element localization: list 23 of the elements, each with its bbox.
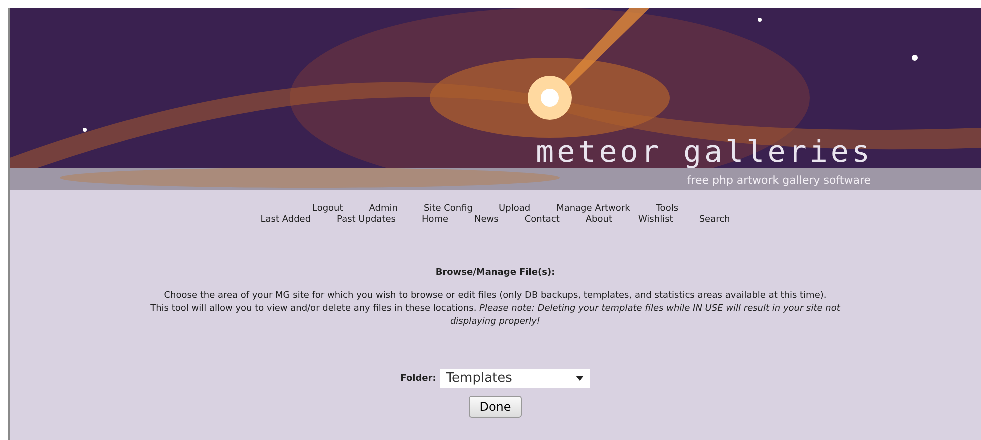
- folder-select[interactable]: Templates: [440, 369, 590, 388]
- nav-link[interactable]: Search: [699, 215, 730, 225]
- section-heading: Browse/Manage File(s):: [434, 268, 556, 278]
- done-button[interactable]: Done: [468, 396, 522, 418]
- nav-link[interactable]: Wishlist: [638, 215, 674, 225]
- nav-link[interactable]: Past Updates: [337, 215, 396, 225]
- caret-icon: [576, 376, 584, 381]
- intro-text: Choose the area of your MG site for which you wish to browse or edit files (only DB backups, templates, and statistics areas available at this time).: [163, 290, 828, 303]
- nav-link[interactable]: News: [474, 215, 499, 225]
- nav-link[interactable]: Manage Artwork: [556, 204, 630, 214]
- nav-link[interactable]: Logout: [312, 204, 344, 214]
- nav-link[interactable]: Site Config: [424, 204, 474, 214]
- nav-link[interactable]: Contact: [524, 215, 560, 225]
- folder-label: Folder:: [400, 374, 436, 384]
- nav-link[interactable]: Upload: [499, 204, 531, 214]
- nav-link[interactable]: Last Added: [260, 215, 312, 225]
- nav-link[interactable]: About: [586, 215, 612, 225]
- site-title: meteor galleries: [536, 135, 874, 170]
- nav-link[interactable]: Admin: [369, 204, 398, 214]
- tagline: free php artwork gallery software: [687, 174, 872, 187]
- nav-link[interactable]: Home: [422, 215, 449, 225]
- nav-link[interactable]: Tools: [656, 204, 679, 214]
- intro-text: This tool will allow you to view and/or delete any files in these locations. Please note: Deleting your template files while IN USE will result in your site not displaying properly!: [150, 303, 842, 329]
